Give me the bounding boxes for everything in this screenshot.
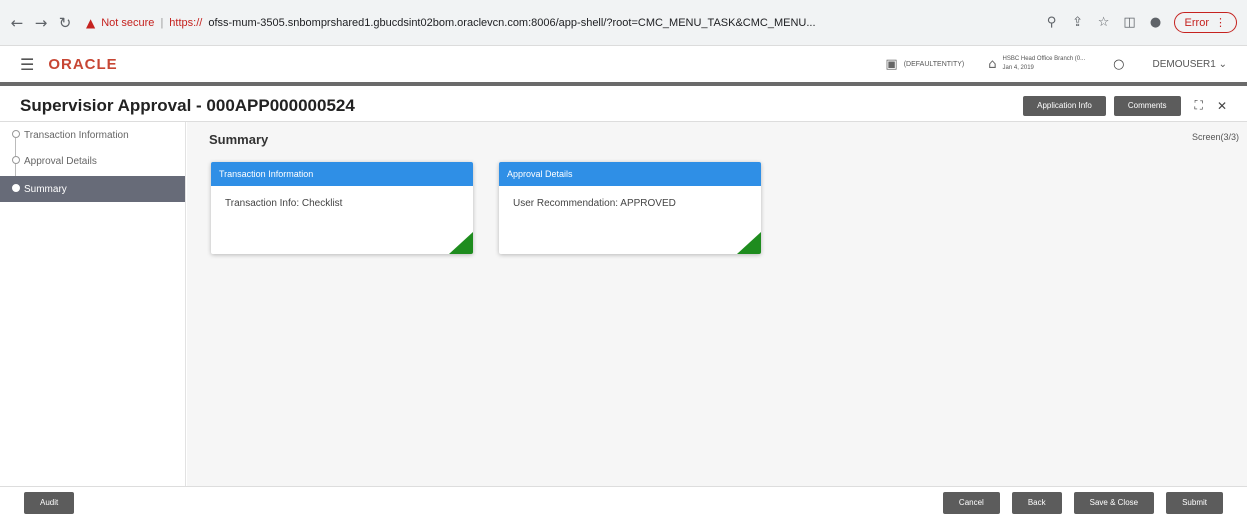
- step-sidebar: Transaction Information Approval Details…: [0, 122, 186, 486]
- bank-building-icon: ⌂: [988, 56, 997, 72]
- title-bar: Supervisior Approval - 000APP000000524 A…: [0, 90, 1247, 122]
- url-scheme: https://: [169, 16, 203, 29]
- page-title: Supervisior Approval - 000APP000000524: [20, 95, 355, 115]
- step-dot-icon: [12, 156, 20, 164]
- notification-bell-icon[interactable]: ○: [1113, 57, 1124, 72]
- screen-counter: Screen(3/3): [1191, 132, 1239, 142]
- error-label: Error: [1184, 16, 1209, 29]
- back-button[interactable]: Back: [1011, 491, 1062, 514]
- card-header: Transaction Information: [211, 162, 473, 186]
- security-label: Not secure: [101, 16, 155, 29]
- step-summary[interactable]: Summary: [0, 176, 185, 202]
- more-vert-icon: ⋮: [1215, 17, 1226, 29]
- profile-icon[interactable]: ●: [1148, 15, 1164, 30]
- warning-icon: ▲: [86, 15, 96, 30]
- entity-label: (DEFAULTENTITY): [903, 60, 965, 68]
- forward-arrow-icon[interactable]: →: [34, 14, 48, 32]
- branch-name: HSBC Head Office Branch (0...: [1002, 56, 1086, 62]
- step-label: Transaction Information: [24, 129, 129, 141]
- summary-card-approval-details[interactable]: Approval Details User Recommendation: AP…: [499, 162, 761, 254]
- step-dot-icon: [12, 184, 20, 192]
- error-button[interactable]: Error ⋮: [1173, 12, 1237, 33]
- url-text: ofss-mum-3505.snbomprshared1.gbucdsint02…: [208, 16, 816, 29]
- bookmark-star-icon[interactable]: ☆: [1096, 15, 1112, 30]
- browser-toolbar: ← → ↻ ▲ Not secure | https:// ofss-mum-35…: [0, 0, 1247, 46]
- comments-button[interactable]: Comments: [1113, 95, 1181, 116]
- section-title: Summary: [209, 132, 269, 147]
- save-close-button[interactable]: Save & Close: [1073, 491, 1155, 514]
- share-icon[interactable]: ⇪: [1070, 15, 1086, 30]
- app-header: ☰ ORACLE ▣ (DEFAULTENTITY) ⌂ HSBC Head O…: [0, 46, 1247, 86]
- submit-button[interactable]: Submit: [1166, 491, 1223, 514]
- close-icon[interactable]: ✕: [1217, 99, 1227, 113]
- branch-date: Jan 4, 2019: [1002, 65, 1034, 71]
- step-approval-details[interactable]: Approval Details: [0, 148, 185, 190]
- step-label: Approval Details: [24, 155, 97, 167]
- zoom-icon[interactable]: ⚲: [1044, 15, 1060, 30]
- card-status-corner: [737, 232, 761, 254]
- step-label: Summary: [24, 183, 67, 195]
- entity-selector[interactable]: ▣ (DEFAULTENTITY): [885, 57, 964, 72]
- cancel-button[interactable]: Cancel: [942, 491, 1000, 514]
- footer-bar: Audit Cancel Back Save & Close Submit: [0, 486, 1247, 518]
- audit-button[interactable]: Audit: [24, 491, 75, 514]
- branch-selector[interactable]: ⌂ HSBC Head Office Branch (0... Jan 4, 2…: [988, 55, 1085, 73]
- user-name: DEMOUSER1: [1152, 58, 1216, 70]
- step-transaction-information[interactable]: Transaction Information: [0, 122, 185, 164]
- user-menu[interactable]: DEMOUSER1 ⌄: [1152, 59, 1227, 70]
- summary-card-transaction-information[interactable]: Transaction Information Transaction Info…: [211, 162, 473, 254]
- entity-icon: ▣: [885, 56, 898, 72]
- main-content: Summary Screen(3/3) Transaction Informat…: [187, 122, 1247, 486]
- back-arrow-icon[interactable]: ←: [10, 14, 24, 32]
- reload-icon[interactable]: ↻: [58, 14, 72, 32]
- address-bar[interactable]: ▲ Not secure | https:// ofss-mum-3505.snb…: [82, 8, 1034, 38]
- card-body: Transaction Info: Checklist: [225, 198, 343, 209]
- step-dot-icon: [12, 130, 20, 138]
- hamburger-menu-icon[interactable]: ☰: [20, 55, 34, 74]
- sidepanel-icon[interactable]: ◫: [1122, 15, 1138, 30]
- oracle-logo: ORACLE: [48, 55, 118, 73]
- address-separator: |: [160, 16, 164, 29]
- application-info-button[interactable]: Application Info: [1023, 95, 1106, 116]
- card-status-corner: [449, 232, 473, 254]
- expand-icon[interactable]: ⛶: [1195, 98, 1203, 113]
- card-body: User Recommendation: APPROVED: [513, 198, 676, 209]
- card-header: Approval Details: [499, 162, 761, 186]
